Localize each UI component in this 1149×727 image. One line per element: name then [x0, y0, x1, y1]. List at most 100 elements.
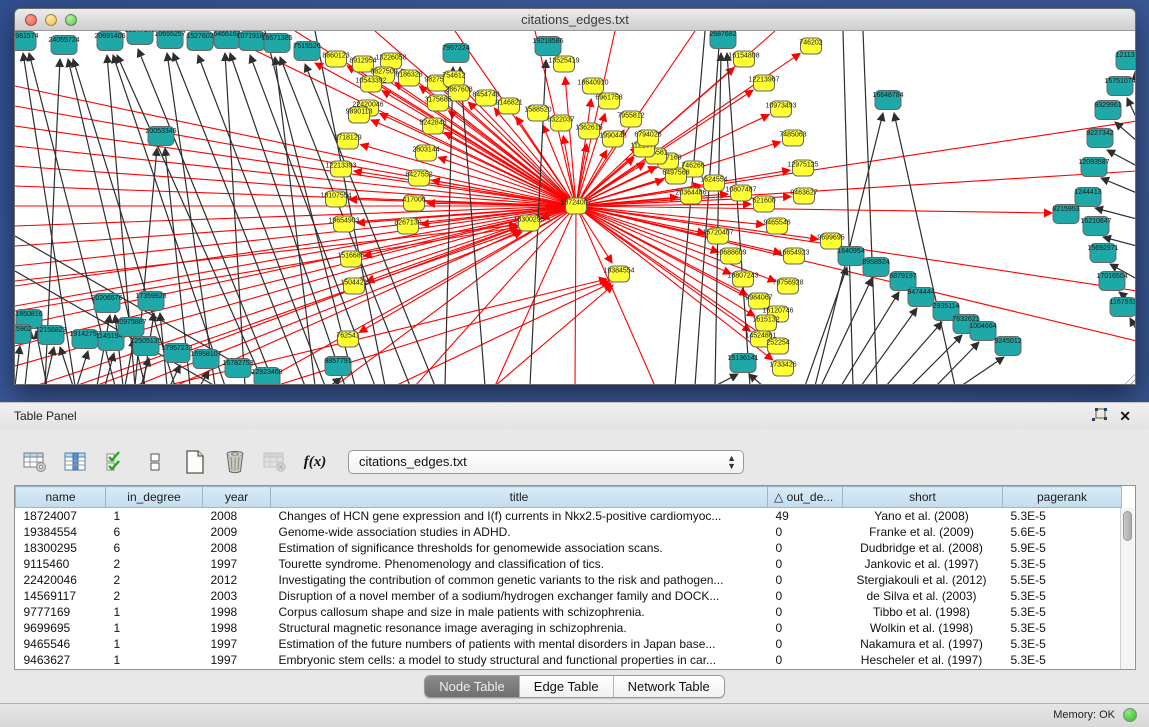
table-cell: 2	[106, 556, 203, 572]
function-builder-icon[interactable]: f(x)	[302, 449, 328, 475]
table-row[interactable]: 1872400712008Changes of HCN gene express…	[16, 508, 1122, 524]
table-row[interactable]: 1938455462009Genome-wide association stu…	[16, 524, 1122, 540]
node-label: 9857791	[324, 358, 351, 365]
node-label: 417006	[402, 197, 425, 204]
table-cell: 49	[768, 508, 843, 524]
table-row[interactable]: 946554611997Estimation of the future num…	[16, 636, 1122, 652]
node-label: 1516688	[337, 253, 364, 260]
table-cell: de Silva et al. (2003)	[843, 588, 1003, 604]
table-settings-icon[interactable]	[22, 449, 48, 475]
node-label: 9329961	[1094, 102, 1121, 109]
float-panel-icon[interactable]	[1091, 408, 1107, 423]
node-label: 9463627	[790, 190, 817, 197]
table-row[interactable]: 2242004622012Investigating the contribut…	[16, 572, 1122, 588]
table-cell: 5.5E-5	[1003, 572, 1122, 588]
node-label: 18640910	[577, 80, 608, 87]
column-visibility-icon[interactable]	[62, 449, 88, 475]
column-header-pagerank[interactable]: pagerank	[1003, 487, 1122, 508]
node-label: 16648784	[872, 92, 903, 99]
window-titlebar[interactable]: citations_edges.txt	[15, 9, 1135, 31]
node-label: 17016504	[1096, 273, 1127, 280]
column-header-short[interactable]: short	[843, 487, 1003, 508]
table-cell: Disruption of a novel member of a sodium…	[271, 588, 768, 604]
tab-edge-table[interactable]: Edge Table	[520, 676, 614, 697]
table-row[interactable]: 1830029562008Estimation of significance …	[16, 540, 1122, 556]
table-row[interactable]: 911546021997Tourette syndrome. Phenomeno…	[16, 556, 1122, 572]
table-row[interactable]: 946362711997Embryonic stem cells: a mode…	[16, 652, 1122, 668]
node-label: 1527602	[186, 33, 213, 40]
column-header-indegree[interactable]: in_degree	[106, 487, 203, 508]
node-label: 19384554	[603, 268, 634, 275]
table-cell: 5.3E-5	[1003, 556, 1122, 572]
node-label: 9890113	[346, 109, 373, 116]
table-cell: 0	[768, 652, 843, 668]
column-header-year[interactable]: year	[203, 487, 271, 508]
close-panel-icon[interactable]: ✕	[1119, 409, 1131, 423]
column-header-outde[interactable]: △ out_de...	[768, 487, 843, 508]
table-selector-dropdown[interactable]: citations_edges.txt ▲▼	[348, 450, 744, 474]
node-label: 30975887	[115, 319, 146, 326]
node-label: 18107554	[320, 193, 351, 200]
table-cell: 2008	[203, 540, 271, 556]
memory-status-indicator	[1123, 708, 1137, 722]
table-cell: Yano et al. (2008)	[843, 508, 1003, 524]
table-cell: Hescheler et al. (1997)	[843, 652, 1003, 668]
table-row[interactable]: 977716911998Corpus callosum shape and si…	[16, 604, 1122, 620]
node-label: 1624554	[700, 177, 727, 184]
scrollbar-thumb[interactable]	[1123, 511, 1132, 541]
table-cell: Wolkin et al. (1998)	[843, 620, 1003, 636]
table-toolbar: f(x) citations_edges.txt ▲▼	[22, 445, 744, 479]
table-row[interactable]: 969969511998Structural magnetic resonanc…	[16, 620, 1122, 636]
node-label: 16671385	[261, 35, 292, 42]
node-label: 20206576	[91, 295, 122, 302]
table-row[interactable]: 1456911722003Disruption of a novel membe…	[16, 588, 1122, 604]
network-canvas[interactable]: 2398157424055724206914061884717910655257…	[15, 31, 1136, 385]
node-label: 10807487	[725, 187, 756, 194]
network-window: citations_edges.txt 23981574240557242069…	[14, 8, 1136, 385]
table-cell: 9465546	[16, 636, 106, 652]
tab-node-table[interactable]: Node Table	[425, 676, 520, 697]
node-label: 2687682	[709, 31, 736, 38]
column-header-title[interactable]: title	[271, 487, 768, 508]
node-label: 10655257	[154, 31, 185, 38]
node-label: 9699695	[817, 235, 844, 242]
delete-column-icon[interactable]	[222, 449, 248, 475]
node-label: 15692971	[1087, 245, 1118, 252]
node-label: 1615132	[752, 317, 779, 324]
table-cell: 2	[106, 588, 203, 604]
node-label: 15751074	[1104, 78, 1135, 85]
table-scrollbar[interactable]	[1120, 508, 1134, 669]
table-cell: Nakamura et al. (1997)	[843, 636, 1003, 652]
select-all-icon[interactable]	[102, 449, 128, 475]
table-cell: 2003	[203, 588, 271, 604]
table-cell: Investigating the contribution of common…	[271, 572, 768, 588]
column-header-name[interactable]: name	[16, 487, 106, 508]
table-tabbar: Node TableEdge TableNetwork Table	[0, 675, 1149, 698]
node-label: 12923468	[251, 369, 282, 376]
table-cell: 0	[768, 572, 843, 588]
table-cell: 5.3E-5	[1003, 588, 1122, 604]
new-column-icon[interactable]	[182, 449, 208, 475]
node-label: 16782753	[222, 360, 253, 367]
cytoscape-desktop: citations_edges.txt 23981574240557242069…	[0, 0, 1149, 727]
node-label: 8912954	[349, 58, 376, 65]
table-cell: 5.3E-5	[1003, 620, 1122, 636]
table-cell: 6	[106, 540, 203, 556]
table-cell: Changes of HCN gene expression and I(f) …	[271, 508, 768, 524]
node-label: 1362615	[575, 125, 602, 132]
table-cell: Embryonic stem cells: a model to study s…	[271, 652, 768, 668]
node-label: 15136141	[727, 355, 758, 362]
table-cell: 9777169	[16, 604, 106, 620]
node-label: 1211304	[1116, 52, 1136, 59]
node-label: 9242848	[419, 120, 446, 127]
table-panel-title: Table Panel	[14, 409, 77, 423]
node-label: 13226058	[375, 55, 406, 62]
table-cell: 18724007	[16, 508, 106, 524]
node-label: 16210647	[1080, 218, 1111, 225]
table-cell: Stergiakouli et al. (2012)	[843, 572, 1003, 588]
node-label: 12975125	[787, 162, 818, 169]
tab-network-table[interactable]: Network Table	[614, 676, 724, 697]
node-label: 8186328	[395, 72, 422, 79]
unselect-all-icon[interactable]	[142, 449, 168, 475]
node-label: 24055724	[48, 37, 79, 44]
